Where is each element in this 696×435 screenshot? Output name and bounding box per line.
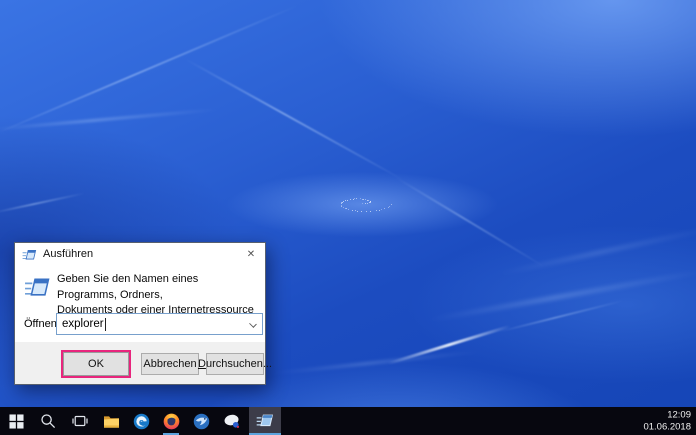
cancel-button[interactable]: Abbrechen [141, 353, 199, 375]
particle-dot [345, 200, 346, 201]
particle-dot [365, 203, 366, 204]
wallpaper-light-streak [0, 192, 85, 214]
svg-text:e: e [138, 416, 143, 427]
particle-dot [370, 201, 371, 202]
search-icon [40, 413, 56, 429]
wallpaper-light-streak [0, 108, 219, 131]
chevron-down-icon[interactable] [249, 320, 257, 328]
clock-date: 01.06.2018 [643, 421, 691, 433]
task-view-button[interactable] [66, 407, 94, 435]
ok-button[interactable]: OK [63, 352, 129, 376]
browse-button[interactable]: Durchsuchen... [206, 353, 264, 375]
particle-dot [391, 204, 392, 205]
run-dialog-window: Ausführen ✕ Geben Sie den Namen eines Pr… [14, 242, 266, 385]
particle-dot [342, 202, 343, 203]
particle-dot [348, 209, 349, 210]
particle-dot [343, 201, 344, 202]
dialog-message-line1: Geben Sie den Namen eines Programms, Ord… [57, 272, 259, 303]
particle-dot [347, 200, 348, 201]
particle-dot [355, 210, 356, 211]
open-label: Öffnen: [24, 318, 60, 330]
particle-dot [341, 203, 342, 204]
particle-dot [345, 208, 346, 209]
wallpaper-light-streak [388, 325, 511, 365]
particle-dot [341, 202, 342, 203]
particle-dot [376, 210, 377, 211]
particle-dot [361, 211, 362, 212]
particle-dot [367, 200, 368, 201]
firefox-icon [163, 413, 180, 430]
particle-dot [362, 203, 363, 204]
particle-dot [365, 199, 366, 200]
particle-dot [369, 202, 370, 203]
particle-dot [379, 210, 380, 211]
thunderbird-icon [193, 413, 210, 430]
taskbar-clock[interactable]: 12:09 01.06.2018 [643, 410, 691, 433]
particle-dot [356, 198, 357, 199]
ok-highlight-annotation: OK [61, 350, 131, 378]
run-dialog-taskbar-button[interactable] [249, 407, 281, 435]
particle-dot [360, 198, 361, 199]
particle-dot [357, 211, 358, 212]
wallpaper-light-streak [498, 300, 625, 333]
thunderbird-button[interactable] [187, 407, 215, 435]
edge-browser-button[interactable]: e [127, 407, 155, 435]
particle-dot [354, 198, 355, 199]
particle-dot [363, 199, 364, 200]
clock-time: 12:09 [643, 410, 691, 422]
file-explorer-icon [103, 414, 120, 429]
run-taskbar-icon [256, 411, 274, 429]
particle-dot [370, 202, 371, 203]
particle-dot [370, 211, 371, 212]
search-button[interactable] [34, 407, 62, 435]
particle-dot [366, 211, 367, 212]
taskbar: e [0, 407, 696, 435]
wallpaper-light-streak [272, 350, 481, 375]
particle-dot [346, 208, 347, 209]
run-icon [22, 247, 37, 262]
particle-dot [384, 208, 385, 209]
close-icon: ✕ [247, 249, 255, 260]
particle-dot [367, 203, 368, 204]
windows-logo-icon [9, 414, 24, 429]
particle-dot [388, 207, 389, 208]
run-message-icon [24, 273, 51, 300]
wallpaper-light-streak [428, 269, 696, 322]
dialog-titlebar[interactable]: Ausführen [15, 243, 265, 265]
dialog-title: Ausführen [43, 248, 93, 260]
browse-label-rest: urchsuchen... [206, 358, 272, 370]
particle-dot [341, 205, 342, 206]
particle-dot [341, 206, 342, 207]
particle-dot [362, 199, 363, 200]
particle-dot [368, 200, 369, 201]
close-button[interactable]: ✕ [237, 243, 265, 265]
wallpaper-light-streak [185, 58, 405, 181]
particle-dot [381, 209, 382, 210]
text-caret [105, 318, 106, 331]
particle-dot [370, 201, 371, 202]
wallpaper-light-streak [0, 4, 299, 135]
pinned-app-button[interactable] [218, 407, 246, 435]
pinned-app-icon [223, 413, 241, 429]
particle-dot [350, 199, 351, 200]
task-view-icon [72, 413, 88, 429]
open-input-value: explorer [62, 318, 104, 330]
particle-dot [389, 206, 390, 207]
wallpaper-light-streak [394, 176, 545, 268]
file-explorer-button[interactable] [97, 407, 125, 435]
particle-dot [352, 210, 353, 211]
start-button[interactable] [2, 407, 30, 435]
particle-dot [353, 199, 354, 200]
wallpaper-light-streak [498, 225, 696, 276]
browse-mnemonic: D [198, 358, 206, 370]
firefox-button[interactable] [157, 407, 185, 435]
particle-dot [343, 207, 344, 208]
edge-icon: e [133, 413, 150, 430]
open-combobox[interactable]: explorer [56, 313, 263, 335]
